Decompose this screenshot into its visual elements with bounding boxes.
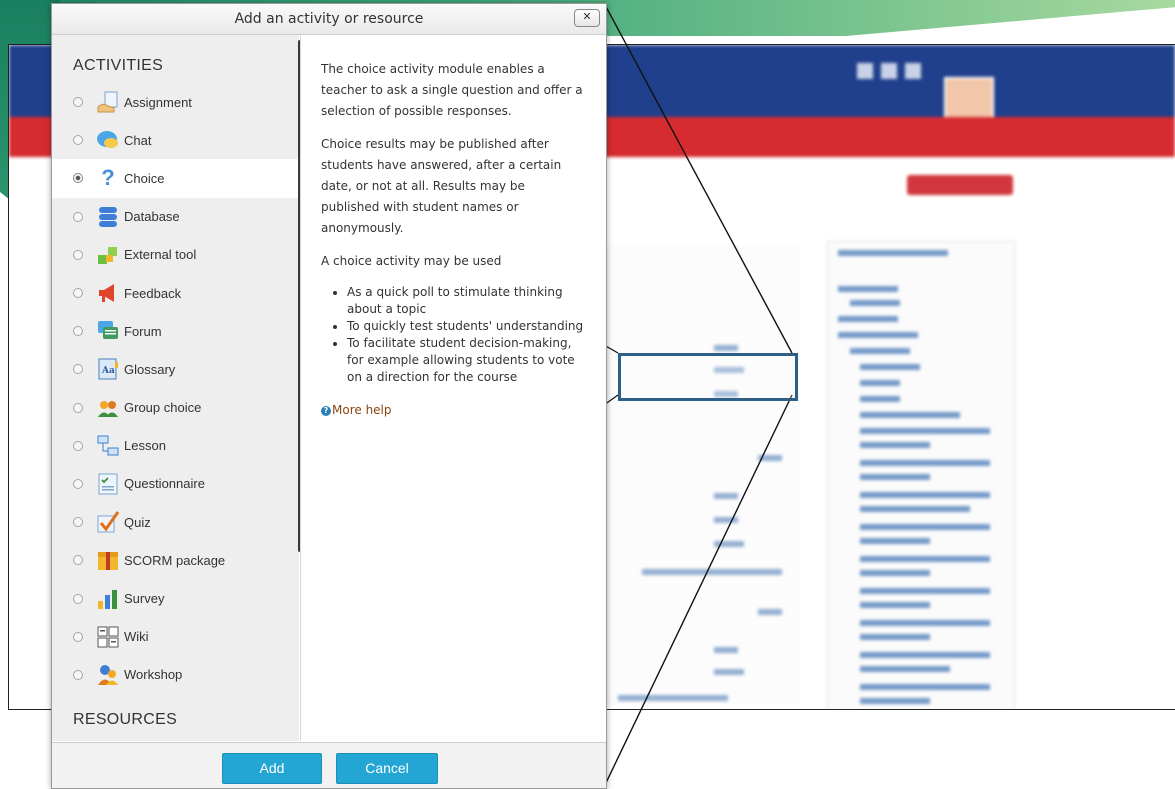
description-paragraph: A choice activity may be used: [321, 254, 502, 268]
module-label: External tool: [124, 247, 197, 263]
module-option-database[interactable]: Database: [52, 198, 299, 236]
module-label: Group choice: [124, 400, 202, 416]
module-label: Assignment: [124, 94, 192, 110]
lesson-icon: [96, 434, 120, 458]
add-button[interactable]: Add: [222, 753, 322, 784]
radio-button[interactable]: [73, 135, 83, 146]
radio-button[interactable]: [73, 593, 83, 604]
radio-button[interactable]: [73, 440, 83, 451]
wiki-icon: [96, 625, 120, 649]
dialog-footer: Add Cancel: [52, 742, 606, 788]
radio-button[interactable]: [73, 211, 83, 222]
module-option-workshop[interactable]: Workshop: [52, 656, 299, 694]
module-label: Survey: [124, 591, 165, 607]
module-label: Chat: [124, 132, 152, 148]
radio-button[interactable]: [73, 249, 83, 260]
module-option-forum[interactable]: Forum: [52, 312, 299, 350]
choice-icon: ?: [101, 165, 115, 191]
glossary-icon: Aa: [96, 357, 120, 381]
chat-icon: [96, 128, 120, 152]
usage-list: As a quick poll to stimulate thinking ab…: [321, 284, 586, 386]
dialog-header: Add an activity or resource ✕: [52, 4, 606, 35]
assignment-icon: [96, 90, 120, 114]
module-label: Lesson: [124, 438, 166, 454]
quiz-icon: [96, 510, 120, 534]
module-option-external-tool[interactable]: External tool: [52, 236, 299, 274]
forum-icon: [96, 319, 120, 343]
module-list[interactable]: ACTIVITIES Assignment Chat ? Choice Data…: [52, 35, 299, 741]
scorm-icon: [96, 548, 120, 572]
radio-button-selected[interactable]: [73, 173, 83, 184]
module-option-assignment[interactable]: Assignment: [52, 83, 299, 121]
more-help-link[interactable]: ? More help: [321, 400, 586, 421]
more-help-label: More help: [332, 403, 392, 417]
workshop-icon: [96, 663, 120, 687]
radio-button[interactable]: [73, 517, 83, 528]
module-option-choice[interactable]: ? Choice: [52, 159, 299, 198]
activities-heading: ACTIVITIES: [73, 57, 164, 74]
module-label: Choice: [124, 170, 165, 186]
module-option-feedback[interactable]: Feedback: [52, 274, 299, 312]
resources-heading: RESOURCES: [73, 711, 178, 728]
module-description-panel: The choice activity module enables a tea…: [300, 35, 606, 741]
module-label: Glossary: [124, 361, 176, 377]
module-label: Forum: [124, 323, 162, 339]
radio-button[interactable]: [73, 364, 83, 375]
usage-item: As a quick poll to stimulate thinking ab…: [347, 284, 586, 318]
description-paragraph: Choice results may be published after st…: [321, 137, 562, 235]
close-button[interactable]: ✕: [574, 9, 600, 27]
close-icon: ✕: [582, 11, 592, 23]
module-label: Feedback: [124, 285, 182, 301]
usage-item: To facilitate student decision-making, f…: [347, 335, 586, 386]
add-activity-dialog: Add an activity or resource ✕ ACTIVITIES…: [51, 3, 607, 789]
radio-button[interactable]: [73, 669, 83, 680]
help-icon: ?: [321, 406, 331, 416]
highlight-add-activity: [618, 353, 798, 401]
dialog-title: Add an activity or resource: [234, 11, 424, 27]
radio-button[interactable]: [73, 288, 83, 299]
svg-text:Aa: Aa: [101, 366, 115, 376]
module-label: Wiki: [124, 629, 149, 645]
description-paragraph: The choice activity module enables a tea…: [321, 62, 583, 118]
module-option-chat[interactable]: Chat: [52, 121, 299, 159]
radio-button[interactable]: [73, 631, 83, 642]
module-label: Workshop: [124, 667, 183, 683]
cancel-button[interactable]: Cancel: [336, 753, 438, 784]
group-choice-icon: [96, 396, 120, 420]
module-option-questionnaire[interactable]: Questionnaire: [52, 465, 299, 503]
module-label: Questionnaire: [124, 476, 205, 492]
module-option-group-choice[interactable]: Group choice: [52, 389, 299, 427]
module-options: Assignment Chat ? Choice Database Extern…: [52, 83, 299, 694]
module-label: SCORM package: [124, 552, 226, 568]
module-option-scorm[interactable]: SCORM package: [52, 541, 299, 579]
radio-button[interactable]: [73, 97, 83, 108]
module-option-survey[interactable]: Survey: [52, 579, 299, 617]
radio-button[interactable]: [73, 478, 83, 489]
module-option-wiki[interactable]: Wiki: [52, 618, 299, 656]
external-tool-icon: [96, 243, 120, 267]
survey-icon: [96, 587, 120, 611]
questionnaire-icon: [96, 472, 120, 496]
usage-item: To quickly test students' understanding: [347, 318, 586, 335]
module-option-glossary[interactable]: Aa Glossary: [52, 350, 299, 388]
feedback-icon: [96, 281, 120, 305]
radio-button[interactable]: [73, 555, 83, 566]
module-label: Quiz: [124, 514, 151, 530]
database-icon: [96, 205, 120, 229]
module-option-quiz[interactable]: Quiz: [52, 503, 299, 541]
radio-button[interactable]: [73, 402, 83, 413]
module-option-lesson[interactable]: Lesson: [52, 427, 299, 465]
radio-button[interactable]: [73, 326, 83, 337]
module-label: Database: [124, 209, 180, 225]
